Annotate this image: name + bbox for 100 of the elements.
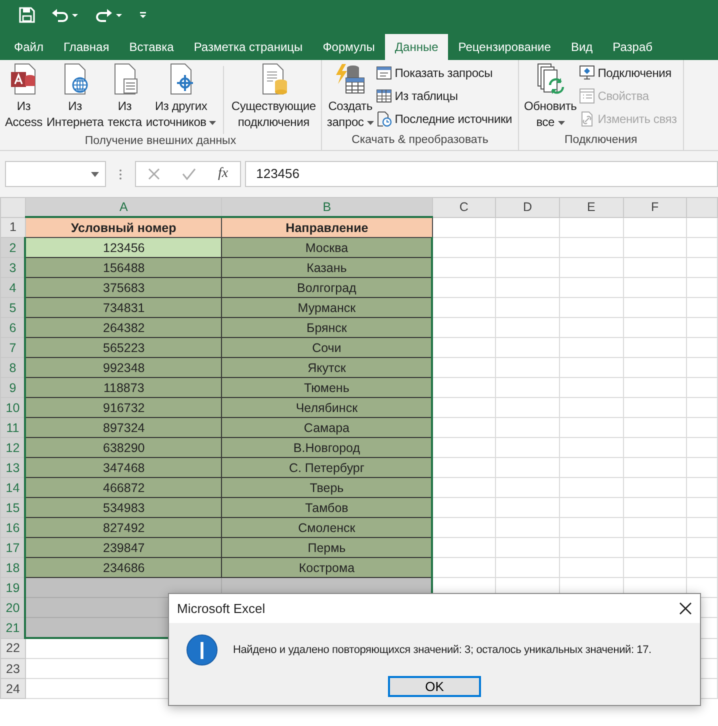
properties-icon [578,88,595,104]
table-cell: 897324 [25,418,222,438]
customize-icon[interactable] [139,11,147,19]
ribbon-tab[interactable]: Данные [384,34,448,60]
ribbon-button[interactable]: Из Access [3,62,44,131]
table-cell: Сочи [222,338,432,358]
redo-icon[interactable] [95,7,123,23]
ribbon-button[interactable]: Последние источники [376,109,515,129]
table-cell: 565223 [25,338,222,358]
ribbon-tab[interactable]: Разметка страницы [184,34,313,60]
table-cell: 264382 [25,318,222,338]
column-header[interactable]: F [623,198,687,217]
column-header[interactable]: B [222,198,432,217]
row-header[interactable]: 8 [0,358,26,378]
table-cell: Самара [222,418,432,438]
ribbon-button[interactable]: Из Интернета [44,62,106,131]
close-icon[interactable] [679,602,692,615]
table-cell: Москва [222,238,432,258]
row-header[interactable]: 16 [0,518,26,538]
ribbon-button[interactable]: Создать запрос [324,62,376,131]
row-header[interactable]: 13 [0,458,26,478]
table-cell: Тюмень [222,378,432,398]
table-cell: Челябинск [222,398,432,418]
ribbon-button[interactable]: Существующие подключения [229,62,318,131]
row-header[interactable]: 3 [0,258,26,278]
query-table-icon [334,63,366,95]
insert-function-button[interactable]: fx [218,166,228,182]
row-header[interactable]: 20 [0,598,26,618]
table-cell: 239847 [25,538,222,558]
ribbon-tab[interactable]: Вид [560,34,603,60]
window-icon [376,65,392,81]
row-header[interactable]: 10 [0,398,26,418]
row-header[interactable]: 14 [0,478,26,498]
ribbon-tab[interactable]: Разраб [602,34,663,60]
table-cell: 123456 [25,238,222,258]
table-cell: Кострома [222,558,432,578]
column-header[interactable]: D [496,198,560,217]
link-document-icon [578,111,595,127]
column-header[interactable]: A [25,198,222,217]
dialog-title: Microsoft Excel [177,601,266,616]
row-header[interactable]: 19 [0,578,26,598]
table-cell: Пермь [222,538,432,558]
table-cell: 734831 [25,298,222,318]
ribbon-button[interactable]: Из текста [106,62,144,131]
row-header[interactable]: 4 [0,278,26,298]
row-header[interactable]: 23 [0,658,26,678]
table-cell: 375683 [25,278,222,298]
row-header[interactable]: 1 [0,217,26,238]
row-header[interactable]: 6 [0,318,26,338]
ribbon-button[interactable]: Обновить все [522,62,579,131]
ribbon-tab[interactable]: Файл [4,34,54,60]
column-title: Направление [222,217,432,238]
group-label: Подключения [564,133,638,148]
table-cell: 992348 [25,358,222,378]
ribbon-tab[interactable]: Формулы [312,34,385,60]
row-header[interactable]: 9 [0,378,26,398]
row-header[interactable]: 15 [0,498,26,518]
caret-icon [209,120,216,125]
ribbon-tab[interactable]: Рецензирование [448,34,561,60]
ribbon-button[interactable]: Из таблицы [376,86,515,106]
row-header[interactable]: 5 [0,298,26,318]
row-header[interactable]: 21 [0,618,26,638]
ribbon-tab[interactable]: Вставка [119,34,184,60]
table-cell: Мурманск [222,298,432,318]
info-icon [186,634,218,666]
row-header[interactable]: 18 [0,558,26,578]
ribbon-button[interactable]: Показать запросы [376,63,515,83]
row-header[interactable]: 22 [0,638,26,658]
check-icon[interactable] [182,168,196,180]
dialog-message: Найдено и удалено повторяющихся значений: 3; осталось уникальных значений: 17. [233,644,652,656]
row-header[interactable]: 12 [0,438,26,458]
table-cell: 638290 [25,438,222,458]
row-header[interactable]: 2 [0,238,26,258]
table-cell: Смоленск [222,518,432,538]
table-cell: 234686 [25,558,222,578]
grip-icon [119,168,122,180]
ribbon-button[interactable]: Из других источников [144,62,218,131]
column-header[interactable]: E [559,198,623,217]
table-cell: Волгоград [222,278,432,298]
table-cell: С. Петербург [222,458,432,478]
table-cell: Тамбов [222,498,432,518]
table-cell: Тверь [222,478,432,498]
table-cell: Брянск [222,318,432,338]
formula-input[interactable]: 123456 [245,161,718,187]
save-icon[interactable] [19,7,35,23]
ribbon-button[interactable]: Подключения [578,63,680,83]
table-cell: Казань [222,258,432,278]
monitor-icon [578,65,595,81]
ok-button[interactable]: OK [388,676,481,697]
column-title: Условный номер [25,217,222,238]
table-cell: 156488 [25,258,222,278]
row-header[interactable]: 24 [0,678,26,698]
row-header[interactable]: 11 [0,418,26,438]
row-header[interactable]: 7 [0,338,26,358]
table-cell: 916732 [25,398,222,418]
row-header[interactable]: 17 [0,538,26,558]
table-cell: Якутск [222,358,432,378]
undo-icon[interactable] [51,7,79,23]
ribbon-tab[interactable]: Главная [54,34,120,60]
column-header[interactable]: C [432,198,496,217]
